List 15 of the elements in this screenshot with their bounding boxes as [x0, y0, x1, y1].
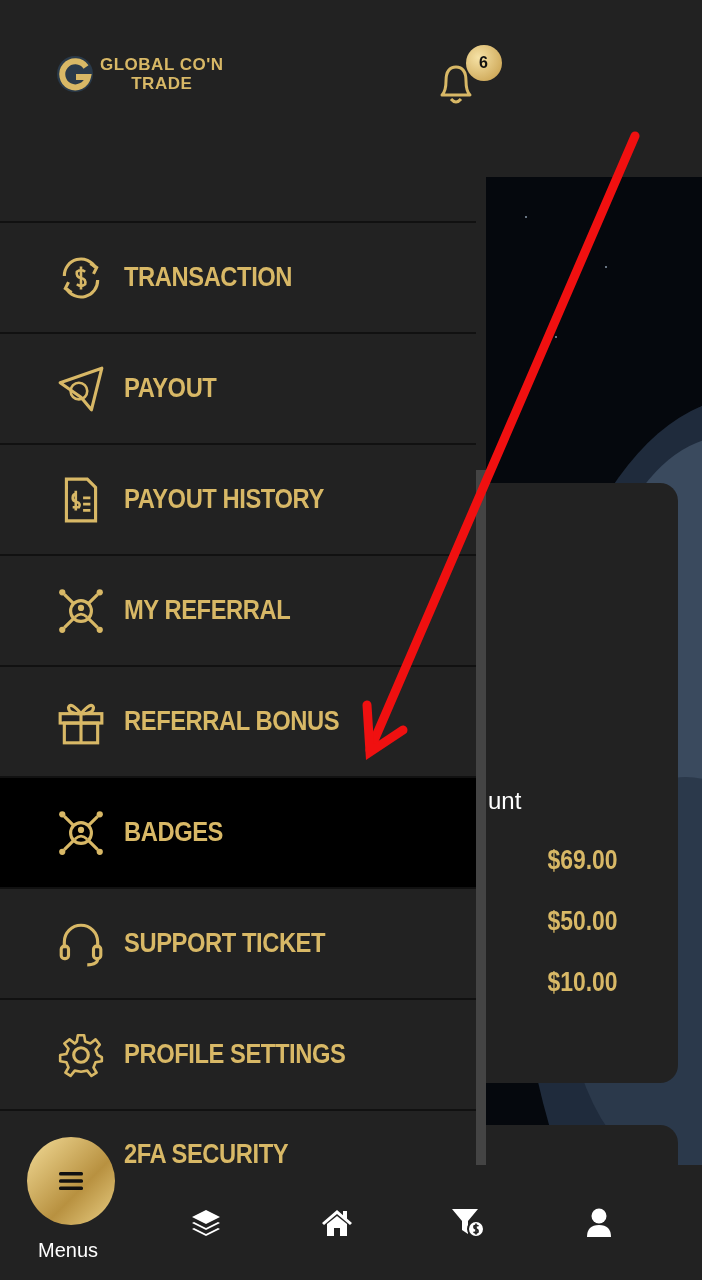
layers-icon[interactable] — [190, 1208, 221, 1237]
scrollbar[interactable] — [476, 470, 486, 1165]
funnel-dollar-icon[interactable] — [450, 1207, 485, 1238]
menu-label: Menus — [38, 1239, 99, 1262]
amount-value: $69.00 — [547, 845, 618, 876]
logo-icon — [56, 55, 94, 93]
user-icon[interactable] — [585, 1207, 612, 1238]
menu-icon — [59, 1171, 83, 1191]
logo-text: GLOBAL CO'N TRADE — [100, 55, 224, 93]
amount-value: $50.00 — [547, 906, 618, 937]
menu-item[interactable]: BADGES — [0, 778, 476, 889]
home-icon[interactable] — [320, 1208, 353, 1237]
notification-count: 6 — [465, 45, 502, 81]
card-heading: unt — [488, 787, 522, 815]
amount-value: $10.00 — [547, 967, 618, 998]
